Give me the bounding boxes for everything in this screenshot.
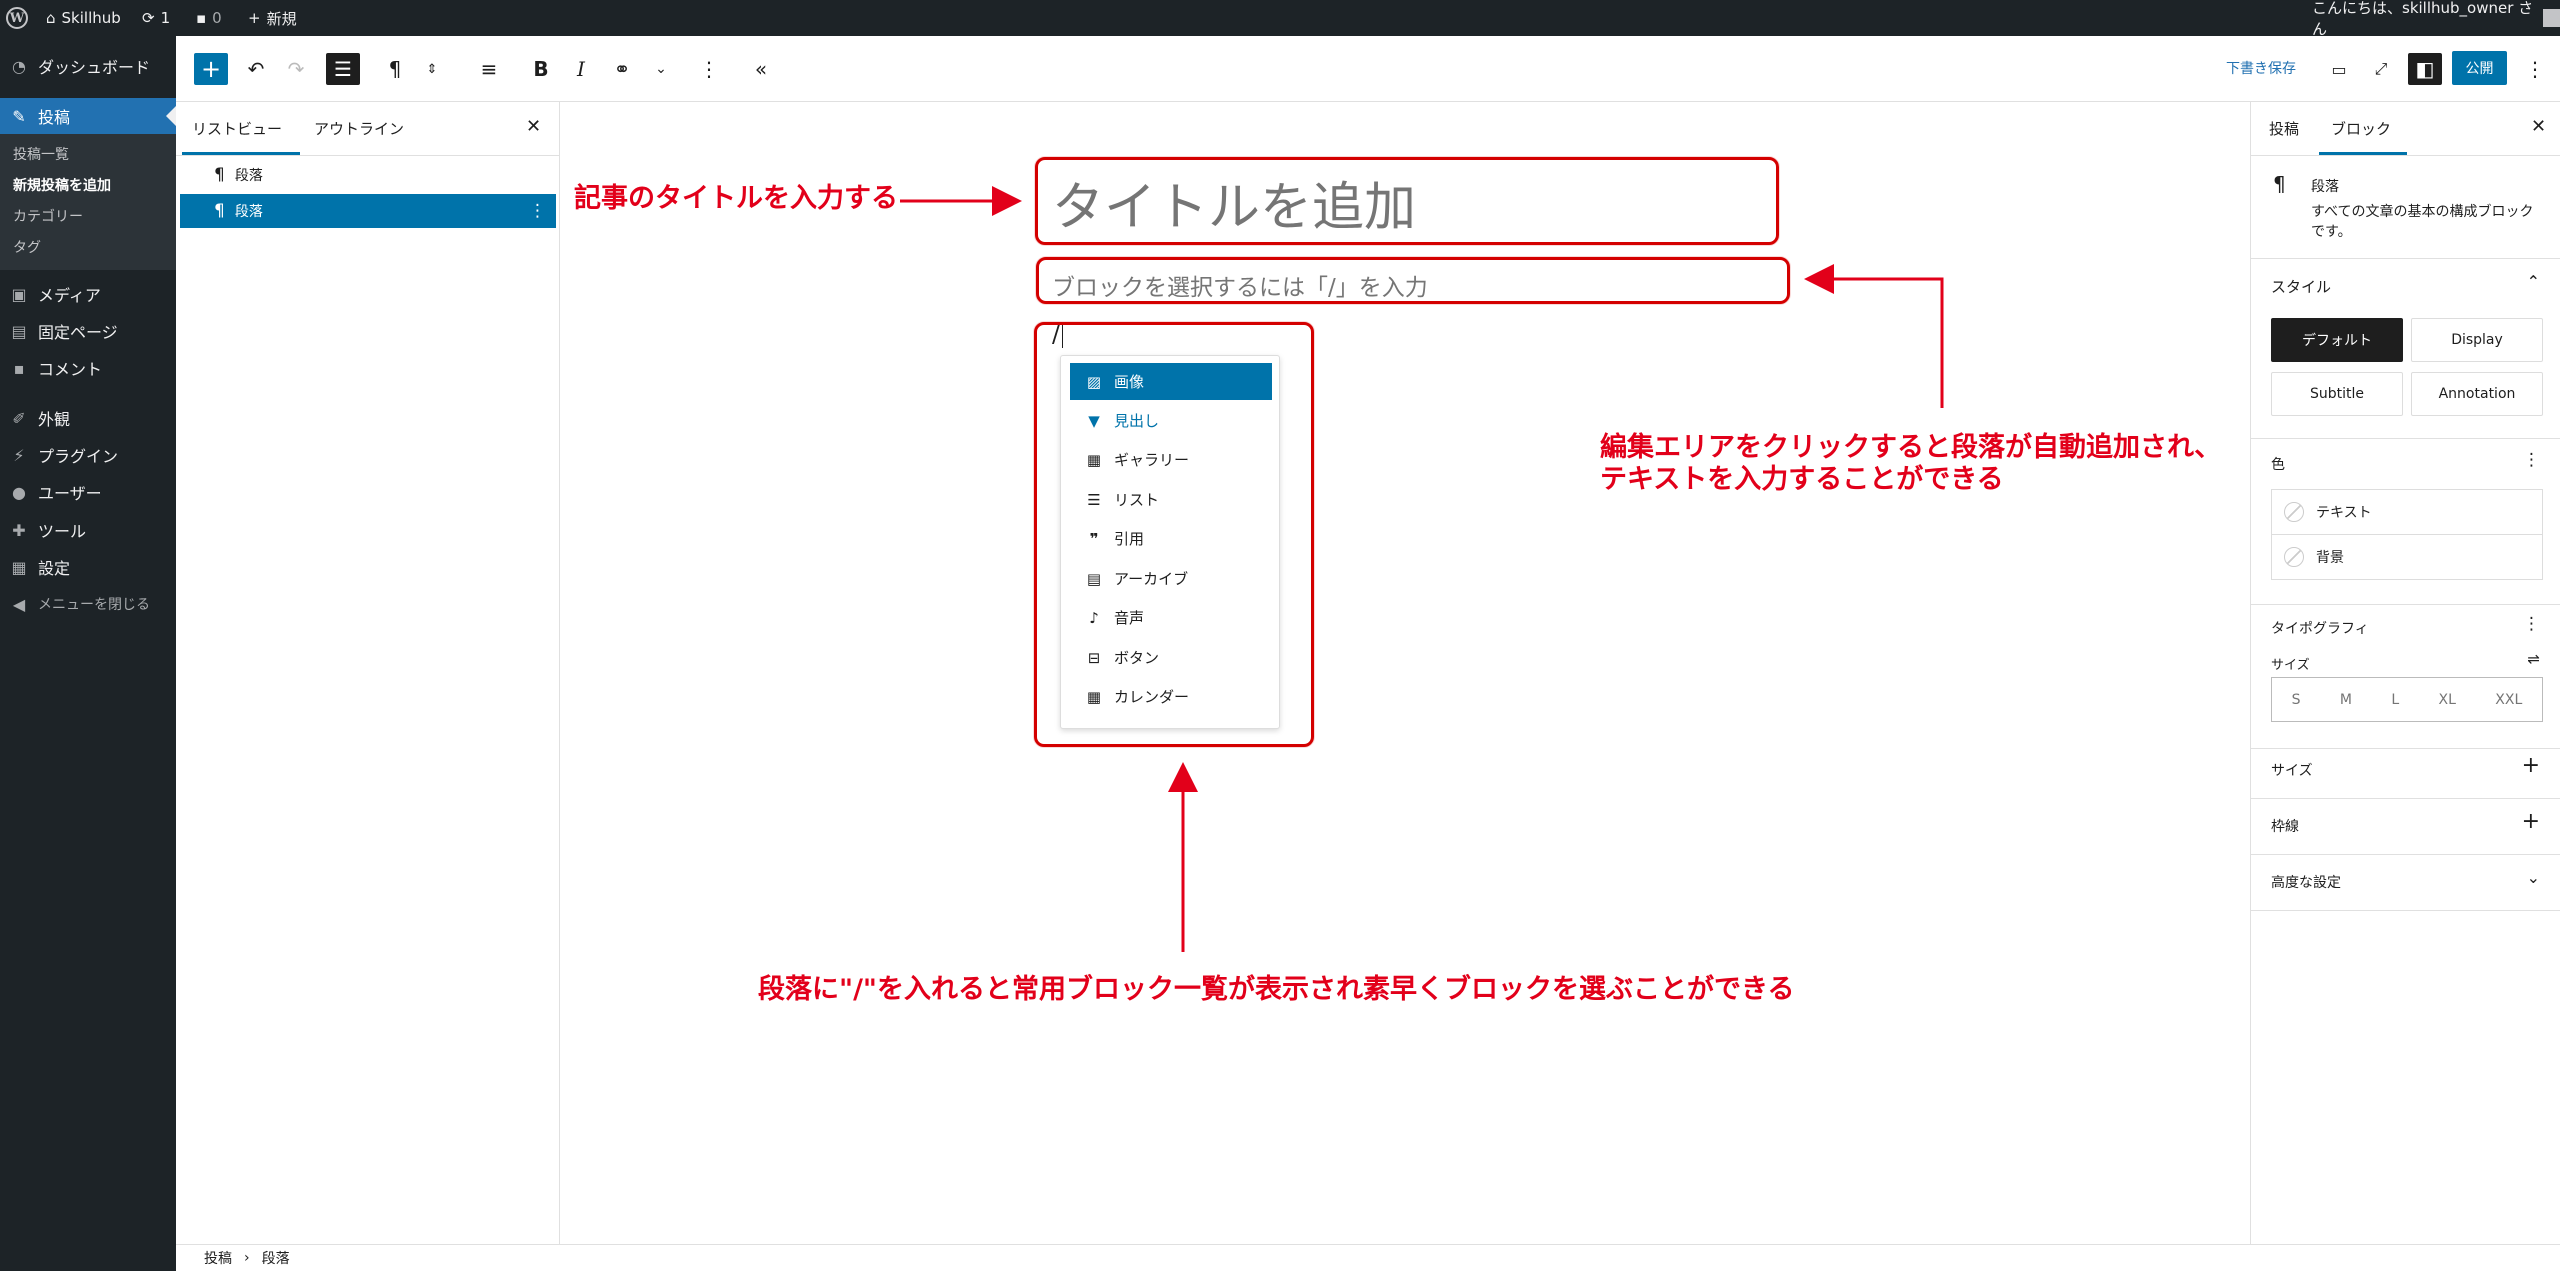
size-option-xl[interactable]: XL — [2439, 692, 2456, 708]
size-option-s[interactable]: S — [2292, 692, 2301, 708]
annotation-arrows — [900, 186, 1944, 952]
annotation-slash-note: 段落に"/"を入れると常用ブロック一覧が表示され素早くブロックを選ぶことができる — [758, 974, 1795, 1005]
breadcrumb: 投稿 › 段落 — [176, 1244, 2560, 1271]
annotation-title-note: 記事のタイトルを入力する — [574, 183, 898, 214]
style-subtitle-button[interactable]: Subtitle — [2271, 372, 2403, 416]
divider — [2251, 155, 2560, 156]
paragraph-icon: ¶ — [2273, 172, 2286, 196]
typography-options-icon[interactable]: ⋮ — [2523, 614, 2540, 634]
swatch-icon — [2284, 547, 2304, 567]
chevron-down-icon[interactable]: ⌄ — [2527, 868, 2540, 887]
font-size-picker: S M L XL XXL — [2271, 677, 2543, 722]
tab-post[interactable]: 投稿 — [2269, 118, 2299, 139]
block-name: 段落 — [2311, 179, 2339, 195]
settings-sidebar: 投稿 ブロック ✕ ¶ 段落 すべての文章の基本の構成ブロックです。 スタイル … — [2250, 102, 2560, 1244]
typography-heading: タイポグラフィ — [2271, 621, 2369, 637]
block-description: すべての文章の基本の構成ブロックです。 — [2311, 204, 2534, 241]
divider — [2251, 798, 2560, 799]
tab-block[interactable]: ブロック — [2331, 118, 2391, 139]
style-display-button[interactable]: Display — [2411, 318, 2543, 362]
divider — [2251, 438, 2560, 439]
size-option-m[interactable]: M — [2340, 692, 2352, 708]
breadcrumb-posts[interactable]: 投稿 — [204, 1248, 232, 1268]
color-background-option[interactable]: 背景 — [2271, 534, 2543, 580]
arrow-to-paragraph — [1804, 264, 1944, 408]
divider — [2251, 748, 2560, 749]
divider — [2251, 604, 2560, 605]
chevron-right-icon: › — [244, 1250, 250, 1266]
divider — [2251, 258, 2560, 259]
font-size-label: サイズ — [2271, 658, 2310, 673]
style-default-button[interactable]: デフォルト — [2271, 318, 2403, 362]
annotation-paragraph-note-line1: 編集エリアをクリックすると段落が自動追加され、 — [1600, 432, 2222, 463]
close-icon[interactable]: ✕ — [2531, 116, 2546, 137]
border-heading[interactable]: 枠線 — [2271, 816, 2299, 836]
styles-heading[interactable]: スタイル — [2271, 276, 2331, 297]
plus-icon[interactable]: + — [2522, 809, 2540, 834]
divider — [2251, 854, 2560, 855]
advanced-heading[interactable]: 高度な設定 — [2271, 872, 2341, 892]
plus-icon[interactable]: + — [2522, 753, 2540, 778]
divider — [2251, 910, 2560, 911]
size-option-xxl[interactable]: XXL — [2495, 692, 2522, 708]
chevron-up-icon[interactable]: ⌃ — [2527, 272, 2540, 291]
size-option-l[interactable]: L — [2391, 692, 2399, 708]
annotation-paragraph-note-line2: テキストを入力することができる — [1600, 464, 2004, 495]
swatch-icon — [2284, 502, 2304, 522]
dimensions-heading[interactable]: サイズ — [2271, 760, 2313, 780]
breadcrumb-paragraph[interactable]: 段落 — [262, 1248, 290, 1268]
style-annotation-button[interactable]: Annotation — [2411, 372, 2543, 416]
color-text-option[interactable]: テキスト — [2271, 489, 2543, 535]
color-options-icon[interactable]: ⋮ — [2523, 450, 2540, 470]
custom-size-icon[interactable]: ⇌ — [2527, 650, 2540, 668]
color-heading: 色 — [2271, 457, 2285, 473]
